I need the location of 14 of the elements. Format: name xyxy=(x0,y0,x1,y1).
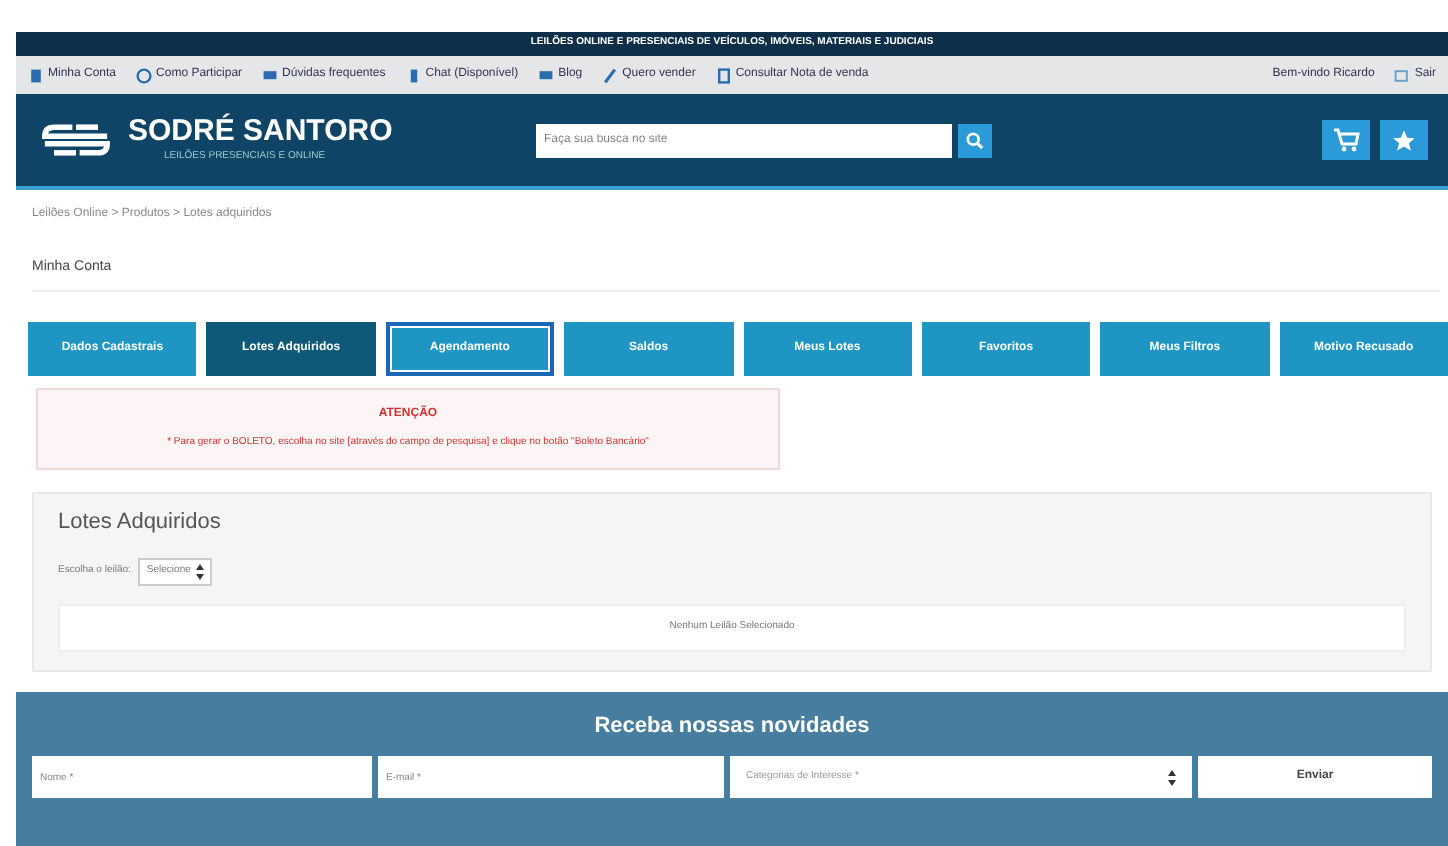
star-icon xyxy=(1390,127,1418,153)
newsletter-title: Receba nossas novidades xyxy=(594,711,870,741)
logo-icon xyxy=(36,118,116,162)
search-button[interactable] xyxy=(958,123,992,157)
spinner-icon xyxy=(1168,769,1176,785)
document-icon xyxy=(715,67,732,83)
logo-text: SODRÉ SANTORO xyxy=(128,115,393,146)
pen-icon xyxy=(602,67,619,83)
cart-button[interactable] xyxy=(1322,120,1370,160)
cart-icon xyxy=(1332,128,1360,152)
panel-title: Lotes Adquiridos xyxy=(58,507,223,537)
spinner-icon xyxy=(196,564,205,580)
favorites-button[interactable] xyxy=(1380,120,1428,160)
search-icon xyxy=(966,131,984,149)
